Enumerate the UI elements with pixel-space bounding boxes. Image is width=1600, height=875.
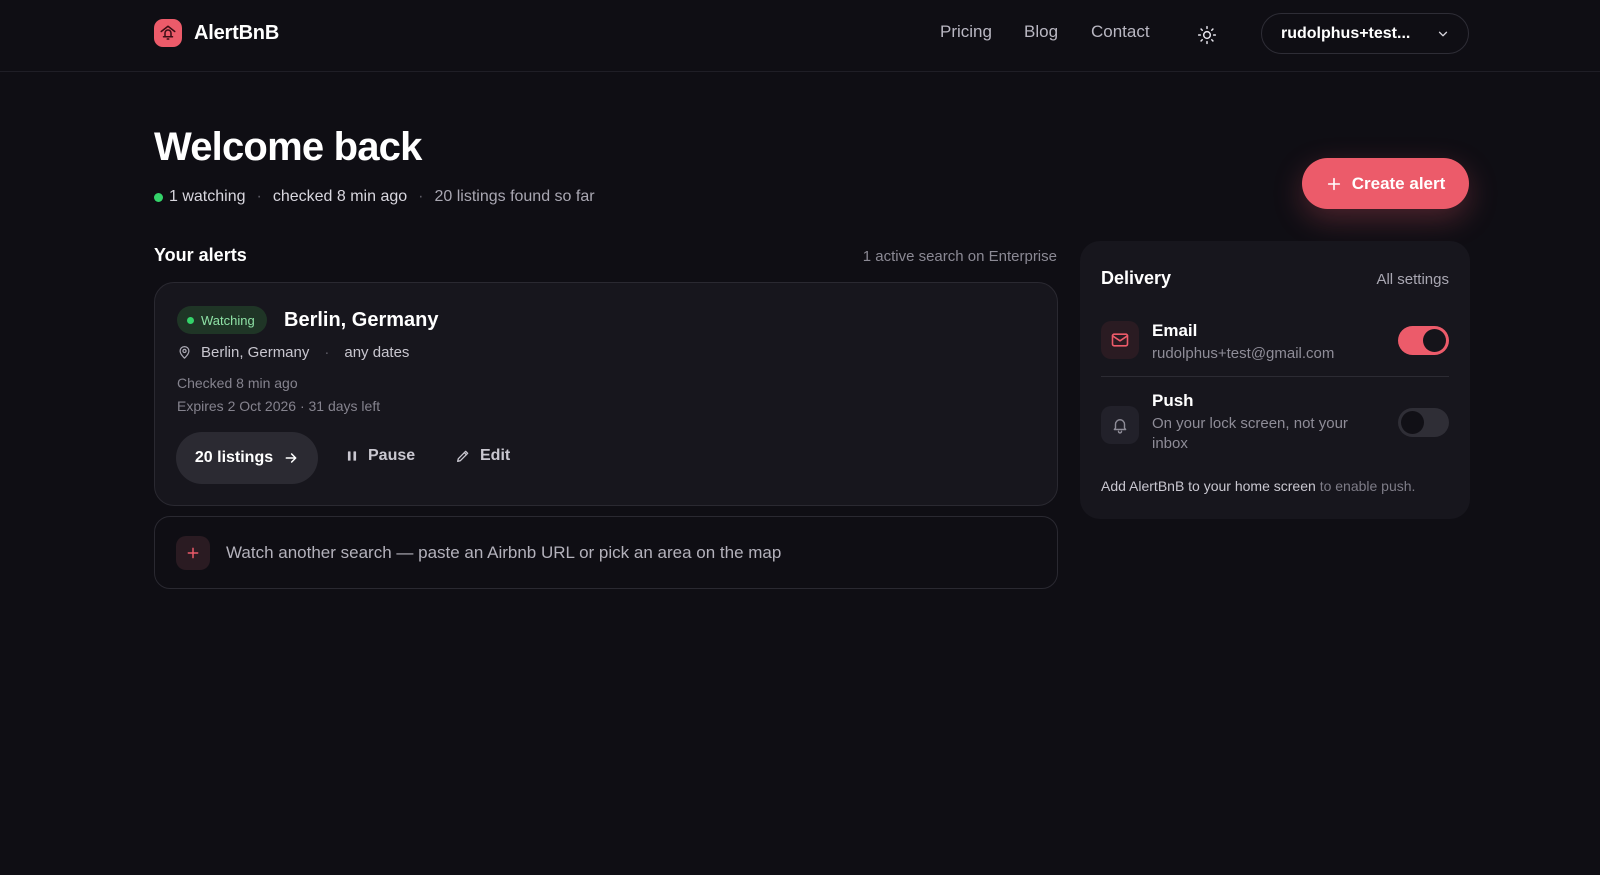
push-toggle[interactable]	[1398, 408, 1449, 437]
bell-icon	[1101, 406, 1139, 444]
separator: ·	[418, 188, 424, 205]
toggle-knob	[1423, 329, 1446, 352]
alert-location: Berlin, Germany	[201, 344, 310, 361]
create-alert-label: Create alert	[1351, 173, 1446, 193]
status-dot-icon	[187, 316, 194, 324]
listings-count-label: 20 listings	[194, 449, 274, 466]
push-install-note-rest: to enable push.	[1319, 478, 1416, 494]
sun-icon	[1197, 25, 1217, 45]
pause-icon	[347, 451, 357, 461]
nav-contact-link[interactable]: Contact	[1091, 22, 1150, 42]
arrow-right-icon	[285, 453, 297, 463]
alert-location-row: Berlin, Germany · any dates	[177, 344, 409, 361]
push-channel-description: On your lock screen, not your inbox	[1152, 415, 1348, 452]
pencil-icon	[457, 450, 469, 462]
edit-alert-button[interactable]: Edit	[455, 447, 510, 465]
separator: ·	[324, 344, 330, 361]
account-name: rudolphus+test...	[1281, 24, 1411, 42]
top-navigation-bar: AlertBnB Pricing Blog Contact rudolphus+…	[0, 0, 1600, 72]
brand-logo-link[interactable]: AlertBnB	[154, 19, 279, 47]
alert-dates: any dates	[344, 344, 410, 361]
pause-alert-button[interactable]: Pause	[345, 447, 415, 465]
toggle-knob	[1401, 411, 1424, 434]
divider	[1101, 376, 1449, 377]
plus-icon	[176, 535, 210, 570]
delivery-title: Delivery	[1101, 268, 1172, 288]
push-channel-name: Push	[1152, 391, 1194, 410]
add-search-prompt: Watch another search — paste an Airbnb U…	[226, 542, 782, 562]
account-menu-button[interactable]: rudolphus+test...	[1261, 13, 1469, 54]
alert-title: Berlin, Germany	[284, 309, 439, 331]
alert-expiry: Expires 2 Oct 2026 · 31 days left	[177, 398, 381, 414]
alert-last-checked: Checked 8 min ago	[177, 375, 298, 391]
alert-card: Watching Berlin, Germany Berlin, Germany…	[154, 282, 1058, 506]
envelope-icon	[1101, 321, 1139, 359]
alerts-plan-meta: 1 active search on Enterprise	[862, 248, 1057, 265]
view-listings-button[interactable]: 20 listings	[176, 432, 318, 484]
status-dot-icon	[154, 192, 163, 202]
last-checked: checked 8 min ago	[272, 188, 408, 205]
bell-house-logo-icon	[154, 19, 182, 47]
push-install-note-strong: Add AlertBnB to your home screen	[1101, 478, 1316, 494]
page-title: Welcome back	[154, 125, 422, 169]
chevron-down-icon	[1438, 31, 1448, 36]
listings-found: 20 listings found so far	[434, 188, 595, 205]
nav-blog-link[interactable]: Blog	[1024, 22, 1058, 42]
add-search-card[interactable]: Watch another search — paste an Airbnb U…	[154, 516, 1058, 589]
edit-label: Edit	[480, 447, 511, 464]
email-toggle[interactable]	[1398, 326, 1449, 355]
theme-toggle-button[interactable]	[1194, 22, 1220, 48]
create-alert-button[interactable]: Create alert	[1302, 158, 1469, 209]
pause-label: Pause	[368, 447, 416, 464]
nav-pricing-link[interactable]: Pricing	[940, 22, 992, 42]
email-channel-address: rudolphus+test@gmail.com	[1152, 345, 1335, 362]
brand-name: AlertBnB	[194, 21, 280, 44]
status-badge-label: Watching	[201, 312, 255, 328]
delivery-panel: Delivery All settings Email rudolphus+te…	[1080, 241, 1470, 519]
push-install-note: Add AlertBnB to your home screen to enab…	[1101, 478, 1415, 494]
email-channel-name: Email	[1152, 321, 1198, 340]
map-pin-icon	[179, 345, 190, 359]
watching-count: 1 watching	[169, 188, 246, 205]
separator: ·	[256, 188, 262, 205]
watch-summary: 1 watching · checked 8 min ago · 20 list…	[154, 188, 595, 206]
status-badge: Watching	[177, 306, 267, 334]
plus-icon	[1327, 177, 1340, 190]
all-settings-link[interactable]: All settings	[1376, 271, 1449, 288]
alerts-section-title: Your alerts	[154, 245, 247, 265]
